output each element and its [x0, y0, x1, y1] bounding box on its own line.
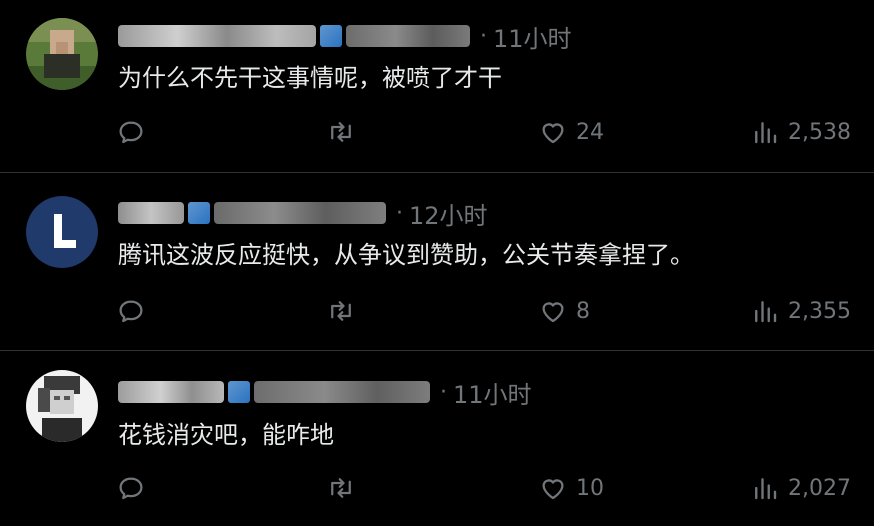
- views-icon: [755, 122, 777, 144]
- avatar-image: [26, 18, 98, 90]
- blurred-handle: [346, 25, 470, 47]
- retweet-button[interactable]: [326, 112, 356, 152]
- like-count: 24: [576, 119, 604, 145]
- retweet-icon: [331, 478, 351, 498]
- view-count: 2,027: [788, 475, 851, 501]
- separator-dot: ·: [440, 379, 447, 405]
- avatar-image: [26, 370, 98, 442]
- like-count: 10: [576, 475, 604, 501]
- views-icon: [755, 478, 777, 500]
- reply-icon: [119, 300, 143, 323]
- views-icon: [755, 301, 777, 323]
- like-button[interactable]: 10: [538, 468, 604, 508]
- verified-icon: [188, 202, 210, 224]
- timestamp[interactable]: 11小时: [493, 19, 572, 54]
- retweet-button[interactable]: [326, 468, 356, 508]
- views-button[interactable]: 2,027: [750, 468, 851, 508]
- reply-button[interactable]: [116, 291, 146, 331]
- blurred-handle: [254, 381, 430, 403]
- retweet-icon: [331, 301, 351, 321]
- verified-icon: [320, 25, 342, 47]
- separator-dot: ·: [480, 23, 487, 49]
- reply-thread: · 11小时 为什么不先干这事情呢，被喷了才干 24 2,538 · 12小时 …: [0, 0, 874, 526]
- avatar[interactable]: [26, 18, 98, 90]
- blurred-handle: [214, 202, 386, 224]
- tweet-text: 腾讯这波反应挺快，从争议到赞助，公关节奏拿捏了。: [118, 241, 694, 269]
- timestamp[interactable]: 11小时: [453, 375, 532, 410]
- avatar[interactable]: [26, 196, 98, 268]
- timestamp[interactable]: 12小时: [409, 196, 488, 231]
- heart-icon: [542, 123, 564, 144]
- reply-icon: [119, 477, 143, 500]
- retweet-button[interactable]: [326, 291, 356, 331]
- reply-tweet[interactable]: · 11小时 为什么不先干这事情呢，被喷了才干 24 2,538: [0, 0, 874, 172]
- view-count: 2,538: [788, 119, 851, 145]
- verified-icon: [228, 381, 250, 403]
- like-button[interactable]: 24: [538, 112, 604, 152]
- reply-tweet[interactable]: · 12小时 腾讯这波反应挺快，从争议到赞助，公关节奏拿捏了。 8 2,355: [0, 173, 874, 350]
- heart-icon: [542, 479, 564, 500]
- tweet-text: 为什么不先干这事情呢，被喷了才干: [118, 64, 502, 92]
- heart-icon: [542, 302, 564, 323]
- action-bar: 8 2,355: [112, 291, 852, 331]
- retweet-icon: [331, 122, 351, 142]
- blurred-display-name: [118, 381, 224, 403]
- views-button[interactable]: 2,355: [750, 291, 851, 331]
- reply-button[interactable]: [116, 112, 146, 152]
- separator-dot: ·: [396, 200, 403, 226]
- avatar[interactable]: [26, 370, 98, 442]
- reply-icon: [119, 121, 143, 144]
- tweet-header: · 11小时: [118, 374, 532, 410]
- like-count: 8: [576, 298, 590, 324]
- action-bar: 10 2,027: [112, 468, 852, 508]
- avatar-image: [26, 196, 98, 268]
- reply-button[interactable]: [116, 468, 146, 508]
- tweet-header: · 12小时: [118, 195, 488, 231]
- blurred-display-name: [118, 25, 316, 47]
- action-bar: 24 2,538: [112, 112, 852, 152]
- views-button[interactable]: 2,538: [750, 112, 851, 152]
- view-count: 2,355: [788, 298, 851, 324]
- like-button[interactable]: 8: [538, 291, 590, 331]
- tweet-header: · 11小时: [118, 18, 572, 54]
- tweet-text: 花钱消灾吧，能咋地: [118, 421, 334, 449]
- blurred-display-name: [118, 202, 184, 224]
- reply-tweet[interactable]: · 11小时 花钱消灾吧，能咋地 10 2,027: [0, 351, 874, 526]
